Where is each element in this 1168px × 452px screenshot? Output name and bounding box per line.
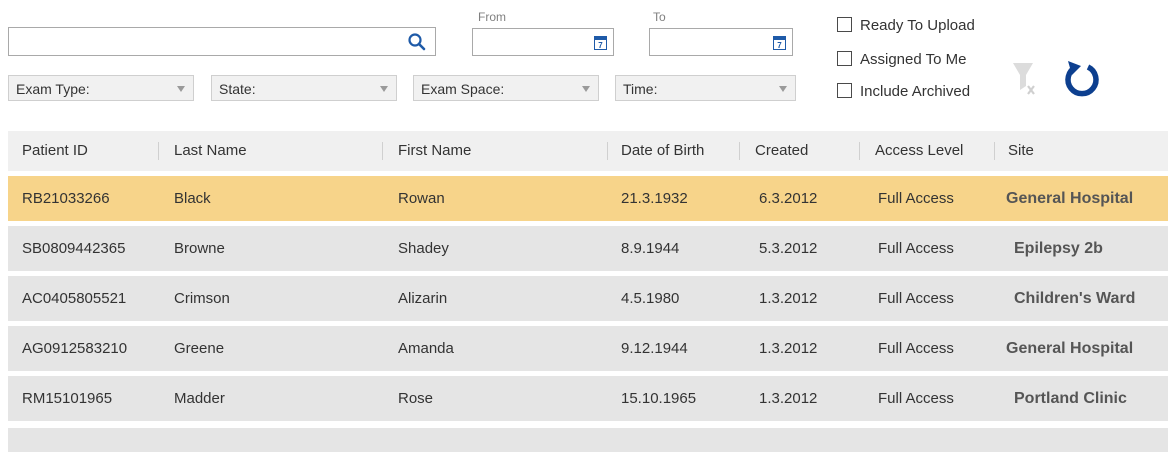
table-header: Patient ID Last Name First Name Date of … [8,131,1168,171]
cell-date-of-birth: 8.9.1944 [621,240,680,257]
cell-patient-id: SB0809442365 [22,240,126,257]
search-box[interactable] [8,27,436,56]
calendar-glyph: 7 [598,41,603,50]
cell-site: General Hospital [1006,340,1134,357]
column-divider[interactable] [994,142,995,160]
cell-first-name: Rose [398,390,434,407]
refresh-icon[interactable] [1062,58,1102,100]
cell-last-name: Crimson [174,290,230,307]
cell-access-level: Full Access [878,240,954,257]
column-header-date-of-birth[interactable]: Date of Birth [621,131,704,171]
assigned-to-me-option[interactable]: Assigned To Me [837,51,966,68]
calendar-glyph: 7 [777,41,782,50]
state-dropdown[interactable]: State: [211,75,397,101]
cell-first-name: Amanda [398,340,454,357]
cell-patient-id: RB21033266 [22,190,110,207]
column-header-site[interactable]: Site [1008,131,1034,171]
search-icon[interactable] [407,32,427,52]
calendar-icon[interactable]: 7 [594,35,607,50]
cell-access-level: Full Access [878,190,954,207]
cell-first-name: Rowan [398,190,445,207]
cell-access-level: Full Access [878,290,954,307]
table-row-empty[interactable] [8,428,1168,452]
cell-date-of-birth: 9.12.1944 [621,340,688,357]
cell-patient-id: AC0405805521 [22,290,127,307]
column-header-access-level[interactable]: Access Level [875,131,963,171]
assigned-to-me-label: Assigned To Me [860,51,967,68]
cell-site: Portland Clinic [1014,390,1127,407]
cell-patient-id: RM15101965 [22,390,113,407]
cell-site: Children's Ward [1014,290,1136,307]
cell-created: 5.3.2012 [759,240,818,257]
cell-last-name: Browne [174,240,225,257]
cell-access-level: Full Access [878,390,954,407]
calendar-icon[interactable]: 7 [773,35,786,50]
table-row[interactable]: RB21033266 Black Rowan 21.3.1932 6.3.201… [8,176,1168,221]
include-archived-option[interactable]: Include Archived [837,83,970,100]
ready-to-upload-label: Ready To Upload [860,17,975,34]
cell-last-name: Madder [174,390,225,407]
cell-date-of-birth: 15.10.1965 [621,390,697,407]
column-divider[interactable] [158,142,159,160]
cell-created: 1.3.2012 [759,340,818,357]
exam-type-label: Exam Type: [16,81,90,97]
clear-filter-icon[interactable] [1012,62,1038,98]
chevron-down-icon [582,86,590,92]
cell-site: General Hospital [1006,190,1134,207]
include-archived-checkbox[interactable] [837,83,852,98]
column-header-last-name[interactable]: Last Name [174,131,247,171]
to-date-field[interactable]: 7 [649,28,793,56]
exam-type-dropdown[interactable]: Exam Type: [8,75,194,101]
cell-patient-id: AG0912583210 [22,340,128,357]
time-label: Time: [623,81,658,97]
to-label: To [653,10,666,24]
column-divider[interactable] [382,142,383,160]
state-label: State: [219,81,256,97]
from-date-field[interactable]: 7 [472,28,614,56]
cell-created: 6.3.2012 [759,190,818,207]
ready-to-upload-checkbox[interactable] [837,17,852,32]
time-dropdown[interactable]: Time: [615,75,796,101]
include-archived-label: Include Archived [860,83,971,100]
table-row[interactable]: RM15101965 Madder Rose 15.10.1965 1.3.20… [8,376,1168,421]
chevron-down-icon [177,86,185,92]
to-date-input[interactable] [654,29,758,56]
from-label: From [478,10,506,24]
column-divider[interactable] [859,142,860,160]
column-header-first-name[interactable]: First Name [398,131,471,171]
chevron-down-icon [380,86,388,92]
exam-space-dropdown[interactable]: Exam Space: [413,75,599,101]
column-header-created[interactable]: Created [755,131,808,171]
cell-first-name: Alizarin [398,290,448,307]
column-divider[interactable] [739,142,740,160]
column-header-patient-id[interactable]: Patient ID [22,131,88,171]
chevron-down-icon [779,86,787,92]
cell-last-name: Greene [174,340,225,357]
ready-to-upload-option[interactable]: Ready To Upload [837,17,975,34]
exam-space-label: Exam Space: [421,81,505,97]
table-row[interactable]: AG0912583210 Greene Amanda 9.12.1944 1.3… [8,326,1168,371]
from-date-input[interactable] [477,29,581,56]
cell-last-name: Black [174,190,211,207]
table-row[interactable]: AC0405805521 Crimson Alizarin 4.5.1980 1… [8,276,1168,321]
cell-date-of-birth: 21.3.1932 [621,190,688,207]
cell-first-name: Shadey [398,240,449,257]
cell-date-of-birth: 4.5.1980 [621,290,680,307]
assigned-to-me-checkbox[interactable] [837,51,852,66]
cell-created: 1.3.2012 [759,390,818,407]
cell-created: 1.3.2012 [759,290,818,307]
column-divider[interactable] [607,142,608,160]
search-input[interactable] [13,28,407,56]
table-row[interactable]: SB0809442365 Browne Shadey 8.9.1944 5.3.… [8,226,1168,271]
cell-access-level: Full Access [878,340,954,357]
cell-site: Epilepsy 2b [1014,240,1103,257]
